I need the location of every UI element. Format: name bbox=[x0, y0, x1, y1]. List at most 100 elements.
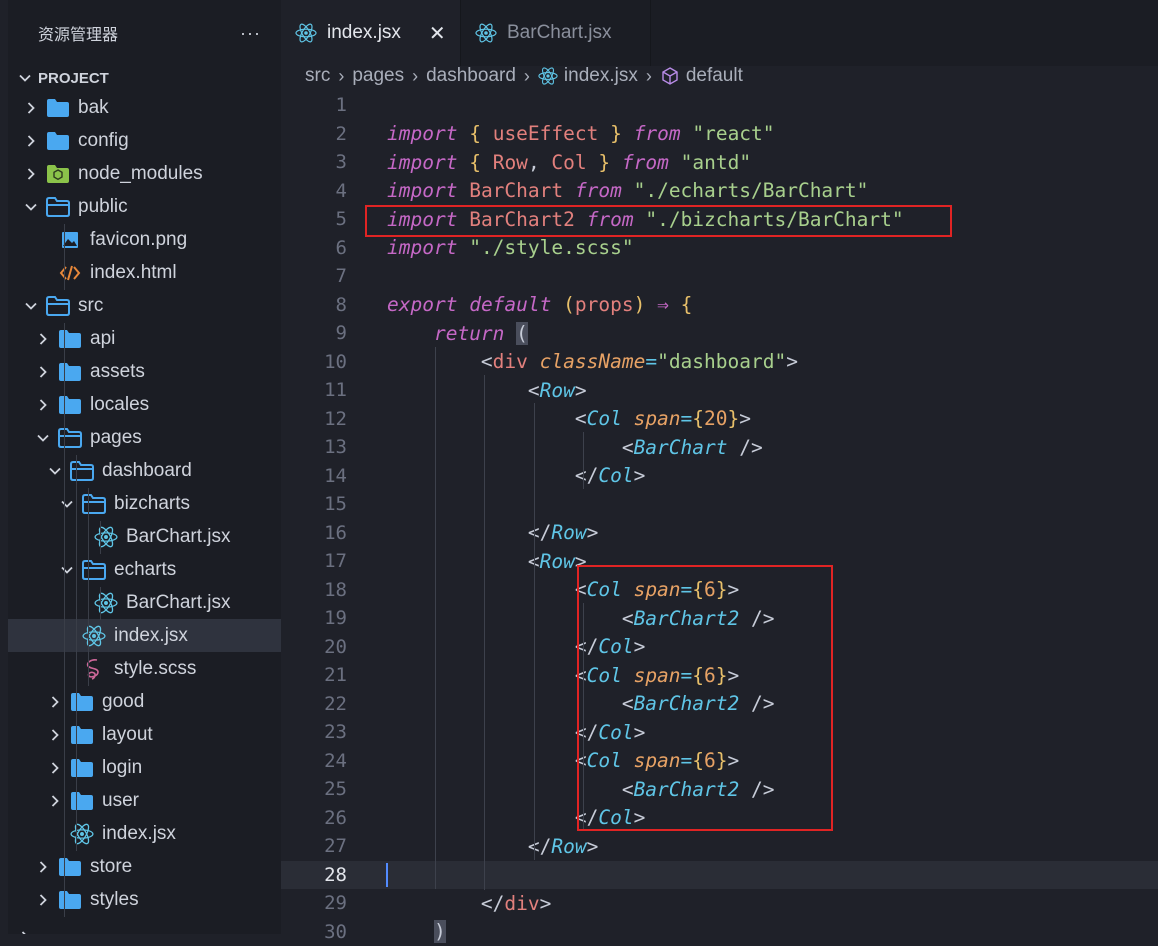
breadcrumb-item[interactable]: dashboard bbox=[426, 65, 516, 87]
breadcrumb-item[interactable]: index.jsx bbox=[564, 65, 638, 87]
highlight-box-import bbox=[365, 205, 952, 237]
chevron-right-icon: › bbox=[524, 66, 530, 87]
code-token: Col bbox=[598, 464, 633, 487]
tab-label: index.jsx bbox=[327, 22, 401, 44]
code-token: /> bbox=[727, 436, 762, 459]
code-line[interactable]: 11 <Row> bbox=[281, 376, 1158, 405]
code-line[interactable]: 16 </Row> bbox=[281, 519, 1158, 548]
code-token: > bbox=[575, 379, 587, 402]
code-line[interactable]: 10 <div className="dashboard"> bbox=[281, 348, 1158, 377]
tree-file-favicon-png[interactable]: favicon.png bbox=[8, 223, 281, 256]
code-line[interactable]: 8export default (props) ⇒ { bbox=[281, 291, 1158, 320]
code-line[interactable]: 29 </div> bbox=[281, 889, 1158, 918]
tree-folder-layout[interactable]: layout bbox=[8, 718, 281, 751]
tree-file-barchart-jsx[interactable]: BarChart.jsx bbox=[8, 586, 281, 619]
react-icon bbox=[94, 592, 118, 614]
tree-item-label: config bbox=[78, 130, 129, 152]
tree-indent-guide bbox=[64, 323, 65, 917]
code-token: import bbox=[387, 122, 457, 145]
code-token: Col bbox=[587, 407, 622, 430]
code-token bbox=[457, 151, 469, 174]
line-number: 28 bbox=[281, 864, 347, 886]
tree-folder-user[interactable]: user bbox=[8, 784, 281, 817]
breadcrumb-item[interactable]: src bbox=[305, 65, 330, 87]
code-line[interactable]: 6import "./style.scss" bbox=[281, 234, 1158, 263]
code-text: import "./style.scss" bbox=[387, 236, 634, 259]
tree-item-label: login bbox=[102, 757, 142, 779]
code-line[interactable]: 7 bbox=[281, 262, 1158, 291]
tree-folder-api[interactable]: api bbox=[8, 322, 281, 355]
tree-item-label: api bbox=[90, 328, 115, 350]
code-token: < bbox=[528, 379, 540, 402]
code-line[interactable]: 14 </Col> bbox=[281, 462, 1158, 491]
line-number: 20 bbox=[281, 636, 347, 658]
tree-folder-dashboard[interactable]: dashboard bbox=[8, 454, 281, 487]
code-line[interactable]: 3import { Row, Col } from "antd" bbox=[281, 148, 1158, 177]
tree-folder-bak[interactable]: bak bbox=[8, 91, 281, 124]
tree-folder-echarts[interactable]: echarts bbox=[8, 553, 281, 586]
code-line[interactable]: 13 <BarChart /> bbox=[281, 433, 1158, 462]
code-token bbox=[387, 920, 434, 943]
code-text: return ( bbox=[387, 322, 528, 345]
code-line[interactable]: 4import BarChart from "./echarts/BarChar… bbox=[281, 177, 1158, 206]
tree-item-label: pages bbox=[90, 427, 142, 449]
code-token: Row bbox=[551, 835, 586, 858]
code-token bbox=[504, 322, 516, 345]
tree-folder-pages[interactable]: pages bbox=[8, 421, 281, 454]
code-line[interactable]: 12 <Col span={20}> bbox=[281, 405, 1158, 434]
breadcrumb-item[interactable]: default bbox=[686, 65, 743, 87]
tree-folder-config[interactable]: config bbox=[8, 124, 281, 157]
tree-file-index-jsx[interactable]: index.jsx bbox=[8, 619, 281, 652]
tree-file-barchart-jsx[interactable]: BarChart.jsx bbox=[8, 520, 281, 553]
tree-folder-store[interactable]: store bbox=[8, 850, 281, 883]
code-line[interactable]: 1 bbox=[281, 91, 1158, 120]
code-token: </ bbox=[481, 892, 504, 915]
tree-file-index-html[interactable]: index.html bbox=[8, 256, 281, 289]
code-text: ) bbox=[387, 920, 446, 943]
line-number: 25 bbox=[281, 778, 347, 800]
more-actions-icon[interactable]: ··· bbox=[240, 23, 261, 44]
tree-folder-src[interactable]: src bbox=[8, 289, 281, 322]
code-text: import { Row, Col } from "antd" bbox=[387, 151, 751, 174]
code-token: Row bbox=[551, 521, 586, 544]
tree-folder-good[interactable]: good bbox=[8, 685, 281, 718]
code-line[interactable]: 28 bbox=[281, 861, 1158, 890]
outline-section-header[interactable] bbox=[8, 920, 281, 934]
tab-barchart-jsx[interactable]: BarChart.jsx bbox=[461, 0, 651, 66]
code-token bbox=[457, 236, 469, 259]
tree-folder-bizcharts[interactable]: bizcharts bbox=[8, 487, 281, 520]
code-token bbox=[387, 550, 528, 573]
tree-indent-guide bbox=[76, 455, 77, 851]
tree-folder-node-modules[interactable]: node_modules bbox=[8, 157, 281, 190]
tree-indent-guide bbox=[100, 587, 101, 620]
tree-file-index-jsx[interactable]: index.jsx bbox=[8, 817, 281, 850]
breadcrumb-item[interactable]: pages bbox=[352, 65, 404, 87]
tree-folder-login[interactable]: login bbox=[8, 751, 281, 784]
code-token bbox=[587, 151, 599, 174]
chevron-right-icon bbox=[20, 134, 42, 148]
close-icon[interactable]: ✕ bbox=[429, 21, 446, 46]
code-token: = bbox=[645, 350, 657, 373]
breadcrumb: src › pages › dashboard › index.jsx › de… bbox=[305, 62, 743, 90]
code-line[interactable]: 9 return ( bbox=[281, 319, 1158, 348]
code-line[interactable]: 15 bbox=[281, 490, 1158, 519]
folder-icon bbox=[58, 889, 82, 911]
tree-folder-public[interactable]: public bbox=[8, 190, 281, 223]
tree-folder-locales[interactable]: locales bbox=[8, 388, 281, 421]
folder-icon bbox=[58, 427, 82, 449]
tree-file-style-scss[interactable]: style.scss bbox=[8, 652, 281, 685]
code-line[interactable]: 2import { useEffect } from "react" bbox=[281, 120, 1158, 149]
chevron-down-icon bbox=[12, 71, 38, 85]
tree-folder-styles[interactable]: styles bbox=[8, 883, 281, 916]
code-token bbox=[387, 664, 575, 687]
code-line[interactable]: 27 </Row> bbox=[281, 832, 1158, 861]
code-token bbox=[387, 721, 575, 744]
tree-folder-assets[interactable]: assets bbox=[8, 355, 281, 388]
code-line[interactable]: 30 ) bbox=[281, 918, 1158, 946]
code-text: <Col span={20}> bbox=[387, 407, 751, 430]
project-section-header[interactable]: PROJECT bbox=[8, 66, 281, 90]
tree-item-label: dashboard bbox=[102, 460, 192, 482]
code-token: import bbox=[387, 236, 457, 259]
line-number: 8 bbox=[281, 294, 347, 316]
tab-index-jsx[interactable]: index.jsx ✕ bbox=[281, 0, 461, 66]
